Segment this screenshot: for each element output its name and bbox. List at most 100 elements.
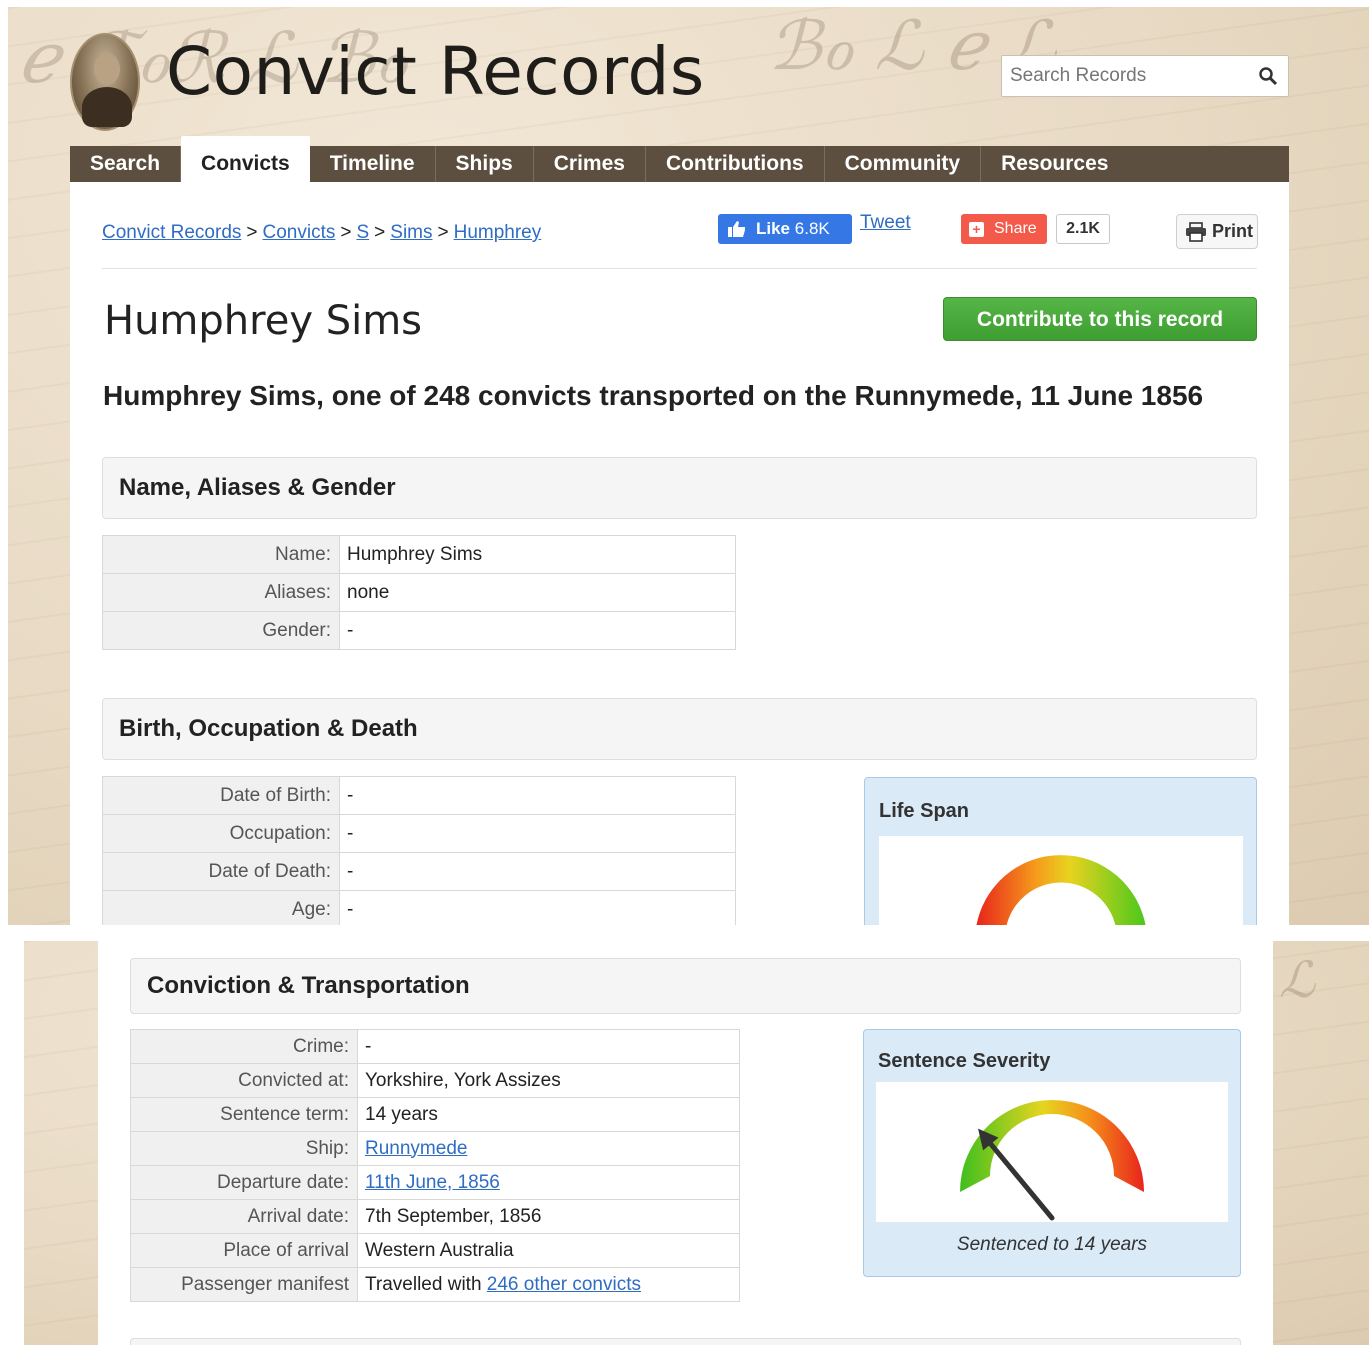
- search-box: [1001, 55, 1289, 97]
- row-value: Western Australia: [357, 1233, 740, 1268]
- row-label: Age:: [102, 890, 340, 925]
- birth-table: Date of Birth: - Occupation: - Date of Dea…: [102, 776, 736, 925]
- row-label: Date of Birth:: [102, 776, 340, 815]
- row-value: -: [339, 611, 736, 650]
- table-row: Date of Birth: -: [102, 776, 736, 815]
- row-value: -: [339, 814, 736, 853]
- widget-caption: Sentenced to 14 years: [956, 1234, 1148, 1255]
- row-value: Yorkshire, York Assizes: [357, 1063, 740, 1098]
- table-row: Occupation: -: [102, 814, 736, 853]
- background-script: ℒ: [1279, 951, 1316, 1009]
- table-row: Aliases: none: [102, 573, 736, 612]
- row-value: -: [357, 1029, 740, 1064]
- ship-link[interactable]: Runnymede: [365, 1138, 467, 1159]
- divider: [102, 268, 1257, 269]
- row-value: none: [339, 573, 736, 612]
- record-summary: Humphrey Sims, one of 248 convicts trans…: [103, 380, 1204, 411]
- row-label: Convicted at:: [130, 1063, 358, 1098]
- sentence-severity-widget: Sentence Severity Sentenced to 14 years: [863, 1029, 1241, 1277]
- share-count: 2.1K: [1056, 214, 1110, 244]
- logo-portrait-icon[interactable]: [70, 33, 140, 131]
- section-heading-conviction: Conviction & Transportation: [130, 958, 1241, 1014]
- nav-item-ships[interactable]: Ships: [436, 146, 534, 182]
- nav-item-crimes[interactable]: Crimes: [534, 146, 646, 182]
- breadcrumb-link[interactable]: Convict Records: [102, 222, 241, 243]
- life-span-widget: Life Span: [864, 777, 1257, 925]
- like-count: 6.8K: [794, 219, 830, 238]
- row-label: Occupation:: [102, 814, 340, 853]
- row-label: Ship:: [130, 1131, 358, 1166]
- row-value: -: [339, 852, 736, 891]
- nav-item-resources[interactable]: Resources: [981, 146, 1128, 182]
- row-value: 14 years: [357, 1097, 740, 1132]
- nav-item-community[interactable]: Community: [825, 146, 982, 182]
- life-span-chart: [879, 836, 1243, 925]
- row-label: Name:: [102, 535, 340, 574]
- breadcrumb-link[interactable]: Sims: [390, 222, 432, 243]
- facebook-like-button[interactable]: Like 6.8K: [718, 214, 852, 244]
- search-input[interactable]: [1002, 65, 1242, 87]
- row-value: Humphrey Sims: [339, 535, 736, 574]
- row-value: Travelled with 246 other convicts: [357, 1267, 740, 1302]
- share-label: Share: [994, 220, 1037, 237]
- content-panel: Conviction & Transportation Crime: - Conv…: [98, 941, 1273, 1345]
- nav-item-convicts[interactable]: Convicts: [181, 136, 310, 182]
- other-convicts-link[interactable]: 246 other convicts: [487, 1274, 641, 1295]
- table-row: Convicted at: Yorkshire, York Assizes: [130, 1063, 740, 1098]
- row-value: Runnymede: [357, 1131, 740, 1166]
- print-button[interactable]: Print: [1176, 214, 1258, 249]
- row-value: 11th June, 1856: [357, 1165, 740, 1200]
- breadcrumb-separator: >: [374, 222, 386, 243]
- table-row: Name: Humphrey Sims: [102, 535, 736, 574]
- section-heading-birth: Birth, Occupation & Death: [102, 698, 1257, 760]
- severity-chart: [876, 1082, 1228, 1222]
- table-row: Crime: -: [130, 1029, 740, 1064]
- row-label: Aliases:: [102, 573, 340, 612]
- page-title: Humphrey Sims: [104, 298, 423, 344]
- table-row: Date of Death: -: [102, 852, 736, 891]
- life-span-gauge: [976, 855, 1146, 925]
- table-row: Departure date: 11th June, 1856: [130, 1165, 740, 1200]
- table-row: Arrival date: 7th September, 1856: [130, 1199, 740, 1234]
- row-label: Gender:: [102, 611, 340, 650]
- breadcrumb-link[interactable]: S: [356, 222, 369, 243]
- widget-title: Sentence Severity: [878, 1050, 1051, 1072]
- row-label: Sentence term:: [130, 1097, 358, 1132]
- tweet-link[interactable]: Tweet: [860, 212, 911, 234]
- table-row: Ship: Runnymede: [130, 1131, 740, 1166]
- row-label: Crime:: [130, 1029, 358, 1064]
- widget-title: Life Span: [879, 800, 970, 822]
- search-icon[interactable]: [1258, 66, 1278, 86]
- breadcrumb-link[interactable]: Humphrey: [454, 222, 542, 243]
- severity-gauge: [960, 1100, 1144, 1221]
- row-label: Date of Death:: [102, 852, 340, 891]
- name-table: Name: Humphrey Sims Aliases: none Gender: -: [102, 535, 736, 650]
- page-bottom-section: ℒ Conviction & Transportation Crime: - Co…: [24, 941, 1369, 1345]
- section-heading-name: Name, Aliases & Gender: [102, 457, 1257, 519]
- share-button[interactable]: + Share: [961, 214, 1047, 244]
- plus-icon: +: [969, 221, 984, 237]
- breadcrumb-separator: >: [437, 222, 449, 243]
- nav-item-contributions[interactable]: Contributions: [646, 146, 825, 182]
- row-value: -: [339, 776, 736, 815]
- row-label: Place of arrival: [130, 1233, 358, 1268]
- page-top-section: ℯ ℱℴℛ ℒ ℬℴ ℬℴ ℒ ℯ ℒ Convict Records Sear…: [8, 7, 1369, 925]
- breadcrumb-link[interactable]: Convicts: [263, 222, 336, 243]
- breadcrumb-separator: >: [340, 222, 352, 243]
- nav-item-timeline[interactable]: Timeline: [310, 146, 436, 182]
- row-value: 7th September, 1856: [357, 1199, 740, 1234]
- row-value: -: [339, 890, 736, 925]
- breadcrumb: Convict Records > Convicts > S > Sims > Humphrey: [102, 222, 541, 244]
- departure-date-link[interactable]: 11th June, 1856: [365, 1172, 500, 1193]
- site-title[interactable]: Convict Records: [166, 33, 705, 110]
- table-row: Passenger manifest Travelled with 246 oth…: [130, 1267, 740, 1302]
- nav-item-search[interactable]: Search: [70, 146, 182, 182]
- next-section-heading: [130, 1338, 1241, 1345]
- like-label: Like: [756, 219, 791, 238]
- manifest-prefix: Travelled with: [365, 1273, 482, 1295]
- table-row: Gender: -: [102, 611, 736, 650]
- table-row: Age: -: [102, 890, 736, 925]
- breadcrumb-separator: >: [246, 222, 258, 243]
- contribute-button[interactable]: Contribute to this record: [943, 297, 1257, 341]
- main-nav: Search Convicts Timeline Ships Crimes Co…: [70, 136, 1289, 182]
